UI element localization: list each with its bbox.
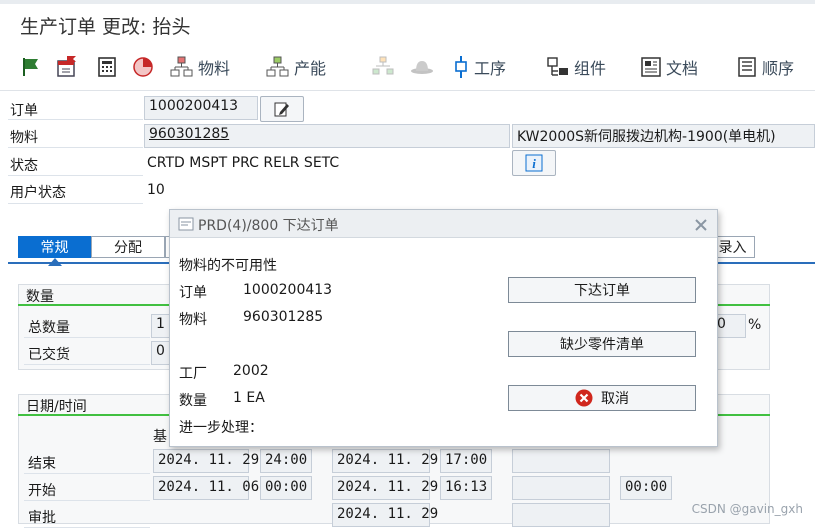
scheduled-end-date-field[interactable]: 2024. 11. 29: [332, 449, 438, 473]
release-label: 审批: [28, 510, 56, 526]
edit-document-icon: [274, 102, 289, 117]
hat-icon: [411, 61, 433, 74]
cancel-x-circle-icon: [575, 389, 593, 407]
operation-icon: [455, 56, 467, 78]
edit-order-button[interactable]: [260, 96, 304, 122]
material-tree-icon: [170, 56, 193, 77]
window-top-edge: [0, 0, 815, 4]
dialog-order-value: 1000200413: [243, 282, 333, 298]
cancel-button-label: 取消: [601, 391, 629, 407]
basic-dates-column-header: 基: [153, 429, 167, 445]
svg-text:i: i: [532, 156, 536, 171]
system-status-value: CRTD MSPT PRC RELR SETC: [147, 155, 340, 171]
release-order-button[interactable]: 下达订单: [508, 277, 696, 303]
basic-start-date-field[interactable]: 2024. 11. 06: [153, 476, 259, 500]
material-label: 物料: [10, 130, 38, 146]
actual-start-time-field[interactable]: 00:00: [620, 476, 672, 500]
material-description-field: KW2000S新伺服拨边机构-1900(单电机): [512, 124, 815, 148]
capacity-tree-icon: [266, 56, 289, 77]
sequence-button[interactable]: 顺序: [736, 50, 794, 84]
basic-end-time-field[interactable]: 24:00: [260, 449, 312, 473]
missing-parts-button-label: 缺少零件清单: [560, 337, 644, 353]
info-icon: i: [525, 154, 543, 172]
close-icon[interactable]: [694, 218, 708, 232]
material-button-label: 物料: [198, 59, 231, 78]
analysis-button[interactable]: [132, 50, 154, 84]
dialog-message: 物料的不可用性: [179, 258, 277, 274]
operation-button[interactable]: 工序: [452, 50, 506, 84]
sequence-icon: [738, 57, 756, 77]
basic-end-date-field[interactable]: 2024. 11. 29: [153, 449, 259, 473]
dialog-material-value: 960301285: [243, 309, 324, 325]
dialog-window-icon: [178, 217, 194, 231]
hierarchy-icon: [372, 56, 394, 75]
dialog-title-bar: PRD(4)/800 下达订单: [170, 210, 717, 238]
capacity-button[interactable]: 产能: [266, 50, 326, 84]
order-label: 订单: [10, 103, 38, 119]
dialog-further-processing-label: 进一步处理：: [179, 420, 263, 436]
tab-general[interactable]: 常规: [18, 236, 91, 258]
document-button-label: 文档: [666, 59, 699, 78]
component-button[interactable]: 组件: [546, 50, 606, 84]
flag-icon: [23, 58, 38, 76]
material-number-link[interactable]: 960301285: [149, 126, 229, 142]
costs-button[interactable]: [96, 50, 118, 84]
total-quantity-label: 总数量: [28, 320, 70, 336]
operation-button-label: 工序: [474, 59, 507, 78]
user-status-label: 用户状态: [10, 185, 66, 201]
calculator-icon: [98, 57, 116, 77]
watermark: CSDN @gavin_gxh: [691, 502, 803, 516]
dialog-order-label: 订单: [179, 285, 207, 301]
application-toolbar: 物料 产能 工序 组件 文档 顺序: [0, 50, 815, 84]
scheduled-release-date-field[interactable]: 2024. 11. 29: [332, 503, 438, 527]
actual-start-date-field[interactable]: [512, 476, 610, 500]
component-icon: [547, 57, 568, 76]
status-label: 状态: [10, 158, 38, 174]
status-info-button[interactable]: i: [512, 150, 556, 176]
document-icon: [641, 57, 661, 77]
end-label: 结束: [28, 456, 56, 472]
release-order-dialog: PRD(4)/800 下达订单 物料的不可用性 订单 1000200413 物料…: [169, 209, 718, 447]
calendar-button[interactable]: [55, 50, 79, 84]
scheduled-start-time-field[interactable]: 16:13: [440, 476, 492, 500]
release-flag-button[interactable]: [20, 50, 42, 84]
dialog-plant-label: 工厂: [179, 366, 207, 382]
material-button[interactable]: 物料: [170, 50, 230, 84]
quantity-group-title: 数量: [26, 289, 54, 305]
release-order-button-label: 下达订单: [574, 283, 630, 299]
cancel-button[interactable]: 取消: [508, 385, 696, 411]
percent-unit: %: [748, 317, 762, 333]
window-title: 生产订单 更改: 抬头: [20, 16, 191, 38]
dialog-material-label: 物料: [179, 312, 207, 328]
dialog-title: PRD(4)/800 下达订单: [198, 218, 339, 234]
toolbar-separator: [0, 90, 815, 91]
missing-parts-list-button[interactable]: 缺少零件清单: [508, 331, 696, 357]
pie-chart-icon: [133, 57, 153, 77]
dialog-quantity-label: 数量: [179, 393, 207, 409]
dialog-quantity-value: 1 EA: [233, 390, 265, 406]
user-status-value: 10: [147, 182, 165, 198]
basic-start-time-field[interactable]: 00:00: [260, 476, 312, 500]
actual-end-date-field[interactable]: [512, 449, 610, 473]
dialog-plant-value: 2002: [233, 363, 269, 379]
material-number-field[interactable]: 960301285: [144, 124, 510, 148]
sequence-button-label: 顺序: [762, 59, 795, 78]
tab-assignment[interactable]: 分配: [91, 236, 165, 258]
document-button[interactable]: 文档: [640, 50, 698, 84]
production-resources-button: [410, 50, 434, 84]
calendar-flag-icon: [57, 56, 76, 77]
start-label: 开始: [28, 483, 56, 499]
hierarchy-button: [372, 50, 394, 84]
delivered-label: 已交货: [28, 347, 70, 363]
capacity-button-label: 产能: [294, 59, 327, 78]
scheduled-end-time-field[interactable]: 17:00: [440, 449, 492, 473]
scheduled-start-date-field[interactable]: 2024. 11. 29: [332, 476, 438, 500]
order-number-field[interactable]: 1000200413: [144, 96, 258, 120]
component-button-label: 组件: [574, 59, 607, 78]
actual-release-date-field[interactable]: [512, 503, 610, 527]
date-time-group-title: 日期/时间: [26, 399, 87, 415]
